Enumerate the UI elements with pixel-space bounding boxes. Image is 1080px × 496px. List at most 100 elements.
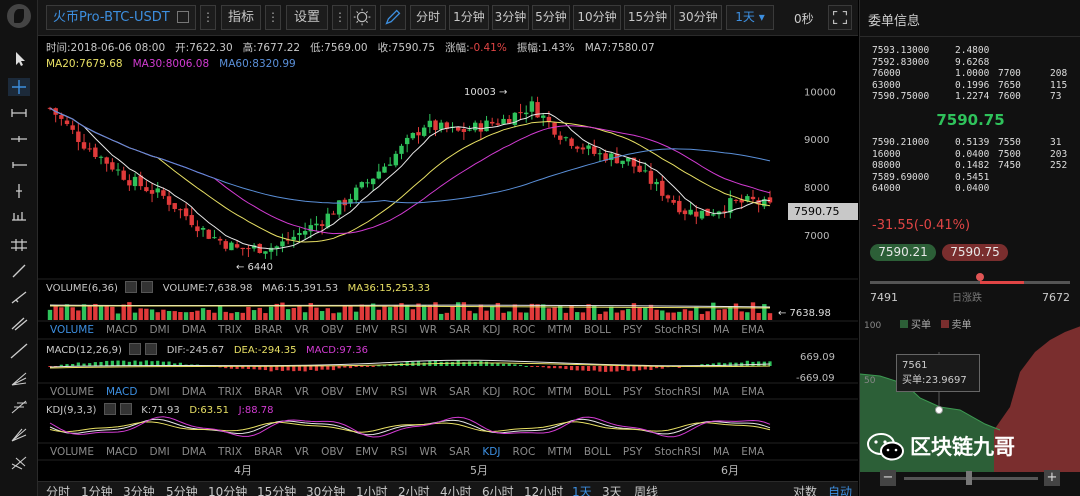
symbol-selector[interactable]: 火币Pro-BTC-USDT bbox=[46, 5, 196, 30]
bottom-period-13[interactable]: 3天 bbox=[602, 483, 622, 496]
indicator-tab-vr[interactable]: VR bbox=[295, 446, 309, 458]
indicator-tab-dmi[interactable]: DMI bbox=[149, 446, 169, 458]
parallel-lines-tool-icon[interactable] bbox=[8, 236, 30, 254]
macd-close-icon[interactable] bbox=[145, 343, 158, 355]
ask-row[interactable]: 76000 1.0000 7700 208 bbox=[860, 68, 1080, 79]
symbol-more-icon[interactable]: ⋮ bbox=[200, 5, 216, 30]
bottom-period-14[interactable]: 周线 bbox=[634, 483, 658, 496]
indicator-tab-vr[interactable]: VR bbox=[295, 324, 309, 336]
vertical-line-tool-icon[interactable] bbox=[8, 182, 30, 200]
indicator-tab-wr[interactable]: WR bbox=[419, 386, 437, 398]
pointer-tool-icon[interactable] bbox=[8, 50, 30, 68]
period-tab-5[interactable]: 15分钟 bbox=[624, 5, 671, 30]
ask-price-button[interactable]: 7590.75 bbox=[942, 244, 1008, 261]
indicator-tab-emv[interactable]: EMV bbox=[355, 386, 378, 398]
indicator-tab-mtm[interactable]: MTM bbox=[547, 324, 572, 336]
indicator-tab-ema[interactable]: EMA bbox=[741, 324, 764, 336]
auto-scale-button[interactable]: 自动 bbox=[828, 483, 852, 496]
bottom-period-0[interactable]: 分时 bbox=[46, 483, 70, 496]
indicator-tab-mtm[interactable]: MTM bbox=[547, 446, 572, 458]
indicator-tab-psy[interactable]: PSY bbox=[623, 446, 642, 458]
indicator-tab-volume[interactable]: VOLUME bbox=[50, 324, 94, 336]
indicator-tab-ema[interactable]: EMA bbox=[741, 386, 764, 398]
indicator-tab-ema[interactable]: EMA bbox=[741, 446, 764, 458]
volume-settings-icon[interactable] bbox=[125, 281, 138, 293]
period-tab-6[interactable]: 30分钟 bbox=[674, 5, 722, 30]
bottom-period-6[interactable]: 30分钟 bbox=[306, 483, 345, 496]
indicator-tab-dmi[interactable]: DMI bbox=[149, 386, 169, 398]
period-tab-7[interactable]: 1天 ▾ bbox=[726, 5, 774, 30]
kdj-close-icon[interactable] bbox=[119, 403, 132, 415]
bottom-period-9[interactable]: 4小时 bbox=[440, 483, 472, 496]
bottom-period-5[interactable]: 15分钟 bbox=[257, 483, 296, 496]
zoom-in-button[interactable]: + bbox=[1044, 470, 1060, 486]
indicator-tab-kdj[interactable]: KDJ bbox=[482, 446, 500, 458]
bid-row[interactable]: 08000 0.1482 7450 252 bbox=[860, 160, 1080, 171]
ask-row[interactable]: 7592.83000 9.6268 bbox=[860, 57, 1080, 68]
indicator-tab-macd[interactable]: MACD bbox=[106, 386, 137, 398]
indicator-tab-dma[interactable]: DMA bbox=[182, 386, 206, 398]
indicator-tab-kdj[interactable]: KDJ bbox=[482, 324, 500, 336]
popout-icon[interactable] bbox=[177, 11, 189, 23]
indicator-tab-brar[interactable]: BRAR bbox=[254, 324, 283, 336]
indicator-tab-volume[interactable]: VOLUME bbox=[50, 446, 94, 458]
price-line-tool-icon[interactable] bbox=[8, 208, 30, 226]
indicator-tab-dma[interactable]: DMA bbox=[182, 324, 206, 336]
indicator-tab-ma[interactable]: MA bbox=[713, 324, 729, 336]
indicator-tab-brar[interactable]: BRAR bbox=[254, 446, 283, 458]
bid-row[interactable]: 64000 0.0400 bbox=[860, 183, 1080, 194]
indicator-tab-kdj[interactable]: KDJ bbox=[482, 386, 500, 398]
ask-row[interactable]: 7593.13000 2.4800 bbox=[860, 45, 1080, 56]
indicator-tab-dmi[interactable]: DMI bbox=[149, 324, 169, 336]
period-tab-4[interactable]: 10分钟 bbox=[573, 5, 621, 30]
ask-row[interactable]: 7590.75000 1.2274 7600 73 bbox=[860, 91, 1080, 102]
indicator-tab-stochrsi[interactable]: StochRSI bbox=[654, 324, 701, 336]
indicator-tab-roc[interactable]: ROC bbox=[512, 386, 535, 398]
indicator-tab-trix[interactable]: TRIX bbox=[218, 446, 242, 458]
kdj-settings-icon[interactable] bbox=[103, 403, 116, 415]
indicator-tab-vr[interactable]: VR bbox=[295, 386, 309, 398]
indicator-tab-rsi[interactable]: RSI bbox=[390, 446, 407, 458]
settings-button[interactable]: 设置 bbox=[286, 5, 328, 30]
indicator-tab-psy[interactable]: PSY bbox=[623, 324, 642, 336]
indicator-tab-obv[interactable]: OBV bbox=[321, 446, 343, 458]
indicator-tab-dma[interactable]: DMA bbox=[182, 446, 206, 458]
bottom-period-11[interactable]: 12小时 bbox=[524, 483, 563, 496]
bottom-period-1[interactable]: 1分钟 bbox=[81, 483, 113, 496]
indicator-tab-volume[interactable]: VOLUME bbox=[50, 386, 94, 398]
bottom-period-3[interactable]: 5分钟 bbox=[166, 483, 198, 496]
fullscreen-icon[interactable] bbox=[828, 5, 852, 30]
trend-angle-tool-icon[interactable] bbox=[8, 288, 30, 306]
indicator-tab-emv[interactable]: EMV bbox=[355, 324, 378, 336]
period-tab-2[interactable]: 3分钟 bbox=[492, 5, 529, 30]
draw-button[interactable] bbox=[380, 5, 406, 30]
bid-price-button[interactable]: 7590.21 bbox=[870, 244, 936, 261]
period-tab-1[interactable]: 1分钟 bbox=[449, 5, 489, 30]
indicator-tab-roc[interactable]: ROC bbox=[512, 446, 535, 458]
ask-row[interactable]: 63000 0.1996 7650 115 bbox=[860, 80, 1080, 91]
indicator-tab-obv[interactable]: OBV bbox=[321, 324, 343, 336]
indicator-tab-mtm[interactable]: MTM bbox=[547, 386, 572, 398]
indicator-tab-macd[interactable]: MACD bbox=[106, 324, 137, 336]
theme-toggle-button[interactable] bbox=[350, 5, 376, 30]
indicator-more-icon[interactable]: ⋮ bbox=[265, 5, 281, 30]
trend-line-tool-icon[interactable] bbox=[8, 262, 30, 280]
ray-tool-icon[interactable] bbox=[8, 156, 30, 174]
pitchfork-tool-icon[interactable] bbox=[8, 426, 30, 444]
indicator-tab-stochrsi[interactable]: StochRSI bbox=[654, 446, 701, 458]
indicator-tab-rsi[interactable]: RSI bbox=[390, 324, 407, 336]
channel-tool-icon[interactable] bbox=[8, 314, 30, 332]
indicator-tab-wr[interactable]: WR bbox=[419, 446, 437, 458]
indicator-tab-sar[interactable]: SAR bbox=[449, 386, 470, 398]
volume-close-icon[interactable] bbox=[141, 281, 154, 293]
horizontal-line-tool-icon[interactable] bbox=[8, 130, 30, 148]
indicator-tab-ma[interactable]: MA bbox=[713, 446, 729, 458]
bottom-period-7[interactable]: 1小时 bbox=[356, 483, 388, 496]
zoom-out-button[interactable]: − bbox=[880, 470, 896, 486]
fan-tool-icon[interactable] bbox=[8, 370, 30, 388]
indicator-tab-obv[interactable]: OBV bbox=[321, 386, 343, 398]
gann-tool-icon[interactable] bbox=[8, 454, 30, 472]
indicator-tab-rsi[interactable]: RSI bbox=[390, 386, 407, 398]
settings-more-icon[interactable]: ⋮ bbox=[332, 5, 348, 30]
bid-row[interactable]: 16000 0.0400 7500 203 bbox=[860, 149, 1080, 160]
